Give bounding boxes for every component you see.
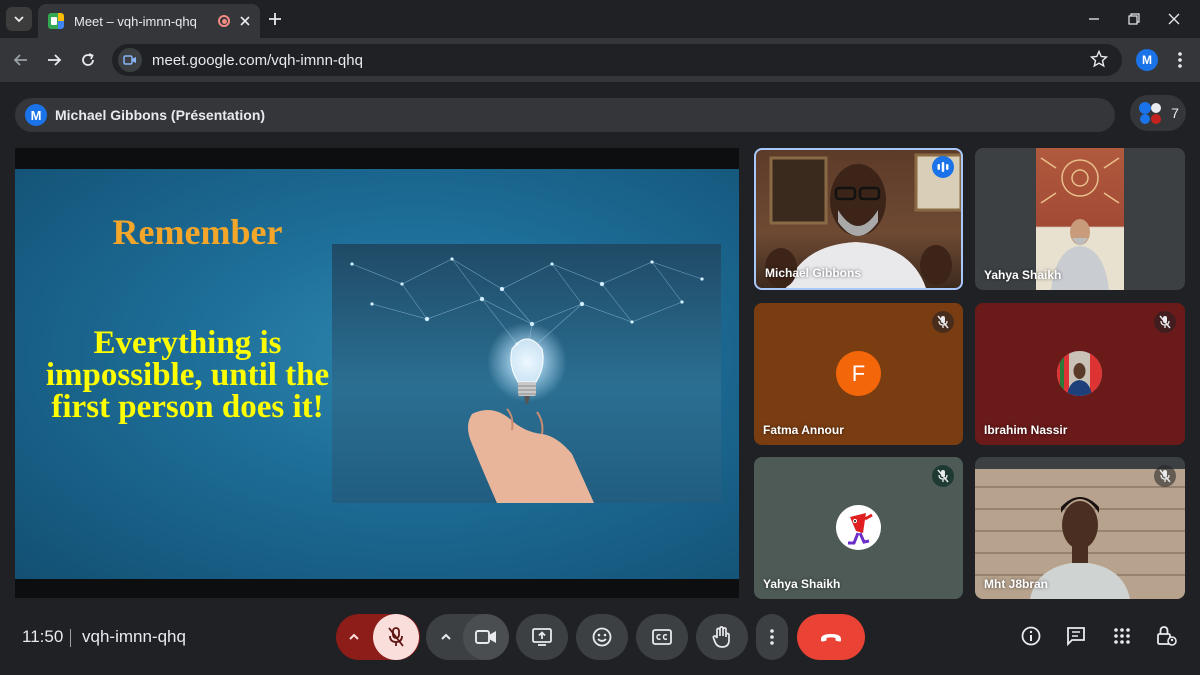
participant-tile-mht-j8bran[interactable]: Mht J8bran — [975, 457, 1185, 599]
forward-button[interactable] — [40, 46, 68, 74]
browser-toolbar: meet.google.com/vqh-imnn-qhq M — [0, 38, 1200, 82]
divider — [70, 629, 71, 647]
lock-person-icon — [1157, 626, 1177, 646]
chevron-up-icon — [441, 633, 451, 640]
leave-call-button[interactable] — [797, 614, 865, 660]
mic-off-icon — [1159, 469, 1171, 483]
arrow-left-icon — [13, 54, 27, 66]
presenter-label: Michael Gibbons (Présentation) — [55, 107, 266, 123]
participant-name: Fatma Annour — [763, 423, 844, 437]
camera-toggle-button[interactable] — [463, 614, 509, 660]
apps-grid-icon — [1114, 628, 1130, 644]
meeting-time: 11:50 — [22, 627, 64, 646]
participant-avatar — [836, 505, 881, 550]
participant-name: Michael Gibbons — [765, 266, 862, 280]
participant-name: Yahya Shaikh — [984, 268, 1062, 282]
microphone-toggle-button[interactable] — [373, 614, 419, 660]
activities-button[interactable] — [1106, 620, 1138, 652]
participant-avatars-icon — [1139, 102, 1162, 124]
participant-name: Yahya Shaikh — [763, 577, 841, 591]
browser-menu-button[interactable] — [1170, 48, 1190, 72]
participant-tile-yahya-shaikh[interactable]: Yahya Shaikh — [975, 148, 1185, 290]
participant-count: 7 — [1171, 105, 1179, 121]
mic-off-icon — [937, 469, 949, 483]
reload-button[interactable] — [74, 46, 102, 74]
present-to-all-icon — [532, 628, 552, 646]
more-vert-icon — [770, 629, 774, 645]
mic-off-badge — [932, 311, 954, 333]
participants-button[interactable]: 7 — [1130, 95, 1186, 131]
info-icon — [1021, 626, 1041, 646]
profile-avatar[interactable]: M — [1136, 49, 1158, 71]
tab-title: Meet – vqh-imnn-qhq — [74, 13, 197, 29]
minimize-button[interactable] — [1074, 6, 1114, 32]
host-controls-button[interactable] — [1150, 620, 1182, 652]
close-window-button[interactable] — [1154, 6, 1194, 32]
hand-icon — [712, 626, 730, 648]
participant-avatar: F — [836, 351, 881, 396]
lightbulb-hand-image — [332, 244, 721, 503]
chevron-down-icon — [14, 16, 24, 23]
mic-off-badge — [1154, 311, 1176, 333]
restore-button[interactable] — [1114, 6, 1154, 32]
camera-icon — [123, 55, 136, 65]
mic-off-icon — [1159, 315, 1171, 329]
arrow-right-icon — [48, 54, 62, 66]
minimize-icon — [1089, 18, 1099, 20]
participant-tile-ibrahim-nassir[interactable]: Ibrahim Nassir — [975, 303, 1185, 445]
recording-icon — [218, 15, 230, 27]
restore-icon — [1128, 13, 1140, 25]
presentation-stage[interactable]: Remember Everything is impossible, until… — [15, 148, 739, 598]
closed-caption-icon — [652, 629, 672, 645]
back-button[interactable] — [7, 46, 35, 74]
presentation-slide: Remember Everything is impossible, until… — [15, 169, 739, 579]
meet-favicon-icon — [48, 13, 64, 29]
mic-off-badge — [1154, 465, 1176, 487]
lightbulb-illustration — [350, 257, 704, 503]
star-icon — [1089, 49, 1109, 68]
browser-tab-bar: Meet – vqh-imnn-qhq — [0, 0, 1200, 38]
close-icon[interactable] — [240, 16, 250, 26]
mic-off-badge — [932, 465, 954, 487]
participant-tile-michael-gibbons[interactable]: Michael Gibbons — [754, 148, 963, 290]
emoji-icon — [592, 627, 612, 647]
speaking-indicator-icon — [932, 156, 954, 178]
chevron-up-icon — [349, 633, 359, 640]
more-options-button[interactable] — [756, 614, 788, 660]
slide-title: Remember — [112, 212, 283, 252]
meeting-details-button[interactable] — [1015, 620, 1047, 652]
chat-icon — [1067, 627, 1085, 646]
site-info-button[interactable] — [118, 48, 142, 72]
meeting-code[interactable]: vqh-imnn-qhq — [82, 627, 186, 647]
address-bar[interactable]: meet.google.com/vqh-imnn-qhq — [112, 44, 1122, 76]
presentation-banner[interactable]: M Michael Gibbons (Présentation) — [15, 98, 1115, 132]
url-text: meet.google.com/vqh-imnn-qhq — [152, 51, 363, 69]
present-screen-button[interactable] — [516, 614, 568, 660]
participant-avatar — [1057, 351, 1102, 396]
plus-icon — [269, 13, 281, 25]
participant-tile-fatma-annour[interactable]: F Fatma Annour — [754, 303, 963, 445]
reload-icon — [82, 53, 94, 66]
browser-tab[interactable]: Meet – vqh-imnn-qhq — [38, 4, 260, 38]
close-icon — [1168, 13, 1180, 25]
presenter-avatar: M — [25, 104, 47, 126]
mic-off-icon — [937, 315, 949, 329]
chat-button[interactable] — [1060, 620, 1092, 652]
more-vert-icon — [1178, 52, 1182, 68]
participant-name: Ibrahim Nassir — [984, 423, 1068, 437]
camera-icon — [475, 630, 496, 644]
captions-button[interactable] — [636, 614, 688, 660]
mic-off-icon — [388, 627, 404, 647]
participant-tile-yahya-shaikh-2[interactable]: Yahya Shaikh — [754, 457, 963, 599]
new-tab-button[interactable] — [264, 8, 286, 30]
participant-name: Mht J8bran — [984, 577, 1049, 591]
call-end-icon — [821, 634, 841, 642]
reactions-button[interactable] — [576, 614, 628, 660]
raise-hand-button[interactable] — [696, 614, 748, 660]
bookmark-star-button[interactable] — [1089, 49, 1110, 70]
tab-search-button[interactable] — [6, 7, 32, 31]
meet-window: M Michael Gibbons (Présentation) 7 Remem… — [0, 82, 1200, 675]
slide-quote: Everything is impossible, until the firs… — [45, 325, 330, 425]
